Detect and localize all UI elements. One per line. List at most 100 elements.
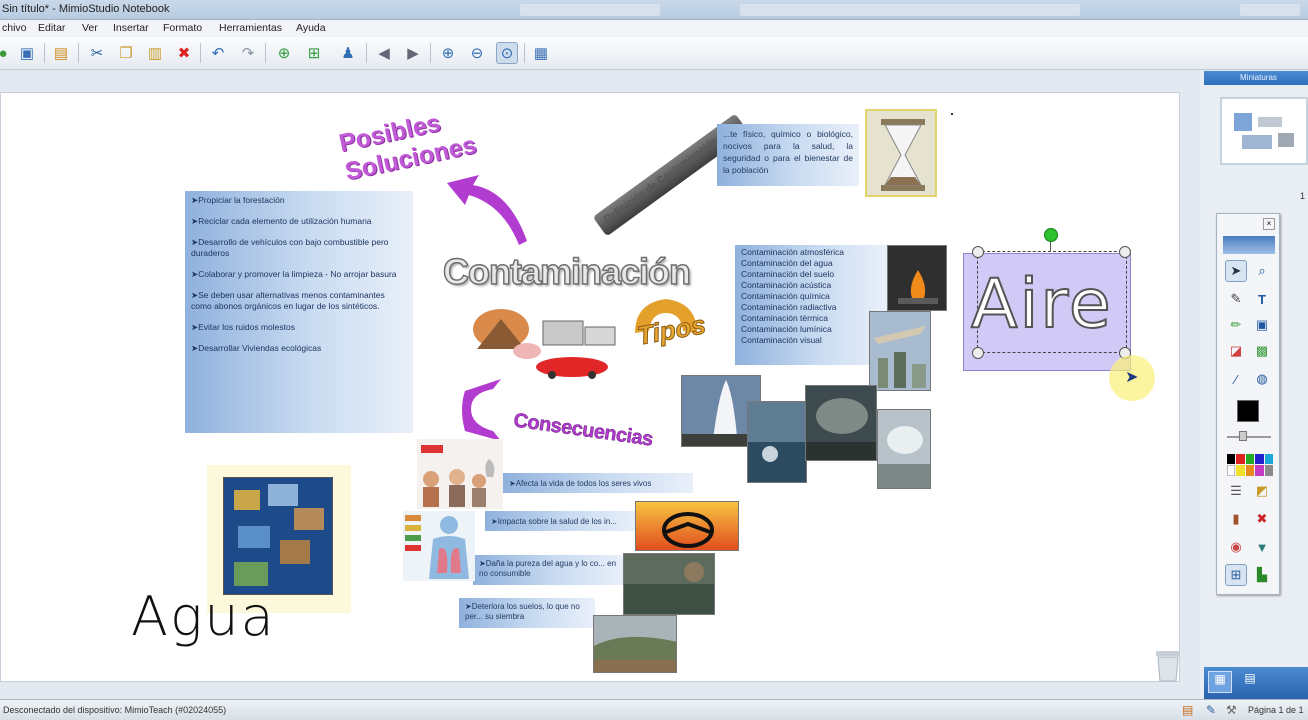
solucion-item: ➤Reciclar cada elemento de utilización h… <box>191 216 372 226</box>
trash-icon[interactable] <box>1153 649 1183 683</box>
toolbar-separator <box>200 43 201 63</box>
tipo-item: Contaminación atmosférica <box>741 247 844 257</box>
delete-icon[interactable]: ✖ <box>173 42 195 64</box>
zoom-out-icon[interactable]: ⊖ <box>466 42 488 64</box>
solucion-item: ➤Se deben usar alternativas menos contam… <box>191 290 385 311</box>
radioactive-sunset-image[interactable] <box>635 501 739 551</box>
undo-icon[interactable]: ↶ <box>207 42 229 64</box>
record-tool-icon[interactable]: ◉ <box>1225 536 1247 558</box>
eroded-soil-photo[interactable] <box>593 615 677 673</box>
tipo-item: Contaminación del agua <box>741 258 833 268</box>
gallery-tool-icon[interactable]: ⊞ <box>1225 564 1247 586</box>
color-swatch-main[interactable] <box>1237 400 1259 422</box>
people-clipart[interactable] <box>417 439 503 509</box>
industry-photo[interactable] <box>869 311 931 391</box>
color-orange[interactable] <box>1245 464 1255 476</box>
menu-archivo[interactable]: chivo <box>2 22 27 34</box>
page-thumbnail[interactable] <box>1220 97 1308 165</box>
copy-icon[interactable]: ❐ <box>115 42 137 64</box>
new-icon[interactable]: ● <box>0 42 14 64</box>
line-style-icon[interactable]: ☰ <box>1225 480 1247 502</box>
device-icon[interactable]: ▤ <box>1182 703 1193 717</box>
hourglass-image[interactable] <box>865 109 937 197</box>
screen-tool-icon[interactable]: ▼ <box>1251 536 1273 558</box>
contaminacion-title[interactable]: Contaminación <box>442 250 692 293</box>
fire-photo[interactable] <box>887 245 947 311</box>
color-magenta[interactable] <box>1255 464 1264 476</box>
menu-ver[interactable]: Ver <box>82 22 98 34</box>
notebook-canvas[interactable]: Posibles Soluciones ➤Propiciar la forest… <box>0 92 1180 682</box>
color-red[interactable] <box>1236 454 1245 464</box>
color-green[interactable] <box>1245 454 1255 464</box>
fill-style-icon[interactable]: ◩ <box>1251 480 1273 502</box>
menu-insertar[interactable]: Insertar <box>113 22 149 34</box>
reveal-tool-icon[interactable]: ▮ <box>1225 508 1247 530</box>
aire-handwriting[interactable]: Aire <box>970 264 1113 345</box>
paste-icon[interactable]: ▥ <box>144 42 166 64</box>
consecuencias-heading[interactable]: Consecuencias <box>512 409 654 451</box>
view-icon[interactable]: ▦ <box>530 42 552 64</box>
next-page-icon[interactable]: ▶ <box>402 42 424 64</box>
water-pollution-photo[interactable] <box>747 401 807 483</box>
text-tool-icon[interactable]: T <box>1251 288 1273 310</box>
color-gray[interactable] <box>1264 464 1273 476</box>
color-black[interactable] <box>1227 454 1236 464</box>
zoom-tool-icon[interactable]: ⌕ <box>1251 260 1273 282</box>
polluted-water-photo[interactable] <box>623 553 715 615</box>
menu-editar[interactable]: Editar <box>38 22 65 34</box>
app-tool-icon[interactable]: ▙ <box>1251 564 1273 586</box>
tipos-box[interactable]: Contaminación atmosférica Contaminación … <box>735 245 887 365</box>
menu-formato[interactable]: Formato <box>163 22 202 34</box>
toolbar-separator <box>366 43 367 63</box>
thickness-slider[interactable] <box>1227 436 1271 438</box>
color-white[interactable] <box>1227 464 1236 476</box>
add-page-icon[interactable]: ⊕ <box>273 42 295 64</box>
crowd-photo[interactable] <box>877 409 931 489</box>
tool-status-icon[interactable]: ⚒ <box>1226 703 1237 717</box>
palette-close-icon[interactable]: × <box>1263 218 1275 230</box>
consecuencia-box[interactable]: ➤Deteriora los suelos, lo que no per... … <box>459 598 595 628</box>
insert-page-icon[interactable]: ⊞ <box>303 42 325 64</box>
color-cyan[interactable] <box>1264 454 1273 464</box>
pen-status-icon[interactable]: ✎ <box>1206 703 1216 717</box>
save-icon[interactable]: ▣ <box>16 42 38 64</box>
gallery-tab-icon[interactable]: ▤ <box>1238 671 1262 693</box>
arrow-soluciones-shape[interactable] <box>439 171 539 251</box>
pen-tool-icon[interactable]: ✎ <box>1225 288 1247 310</box>
resize-handle[interactable] <box>1119 246 1131 258</box>
consecuencia-box[interactable]: ➤Daña la pureza del agua y lo co... en n… <box>473 555 625 585</box>
rotate-handle[interactable] <box>1044 228 1058 242</box>
image-tool-icon[interactable]: ▩ <box>1251 340 1273 362</box>
fill-tool-icon[interactable]: ◍ <box>1251 368 1273 390</box>
agua-handwriting[interactable]: Agua <box>131 585 276 648</box>
soluciones-box[interactable]: ➤Propiciar la forestación ➤Reciclar cada… <box>185 191 413 433</box>
lungs-clipart[interactable] <box>403 511 475 581</box>
thumbnails-tab-icon[interactable]: ▦ <box>1208 671 1232 693</box>
definicion-box[interactable]: ...te físico, químico o biológico, nociv… <box>717 124 859 186</box>
shape-tool-icon[interactable]: ▣ <box>1251 314 1273 336</box>
tipo-item: Contaminación visual <box>741 335 822 345</box>
consecuencia-box[interactable]: ➤Impacta sobre la salud de los in... <box>485 511 639 531</box>
consecuencia-box[interactable]: ➤Afecta la vida de todos los seres vivos <box>503 473 693 493</box>
resize-handle[interactable] <box>972 347 984 359</box>
dropper-tool-icon[interactable]: ⁄ <box>1225 368 1247 390</box>
eraser-tool-icon[interactable]: ◪ <box>1225 340 1247 362</box>
print-icon[interactable]: ▤ <box>50 42 72 64</box>
highlighter-tool-icon[interactable]: ✏ <box>1225 314 1247 336</box>
previous-page-icon[interactable]: ◀ <box>373 42 395 64</box>
title-bar-ghost <box>520 4 660 16</box>
resize-handle[interactable] <box>972 246 984 258</box>
redo-icon[interactable]: ↷ <box>237 42 259 64</box>
zoom-in-icon[interactable]: ⊕ <box>437 42 459 64</box>
smoke-photo[interactable] <box>805 385 877 461</box>
cut-icon[interactable]: ✂ <box>86 42 108 64</box>
menu-herramientas[interactable]: Herramientas <box>219 22 282 34</box>
select-tool-icon[interactable]: ➤ <box>1225 260 1247 282</box>
zoom-fit-icon[interactable]: ⊙ <box>496 42 518 64</box>
color-blue[interactable] <box>1255 454 1264 464</box>
menu-ayuda[interactable]: Ayuda <box>296 22 326 34</box>
people-icon[interactable]: ♟ <box>337 42 359 64</box>
spotlight-tool-icon[interactable]: ✖ <box>1251 508 1273 530</box>
thickness-thumb[interactable] <box>1239 431 1247 441</box>
color-yellow[interactable] <box>1236 464 1245 476</box>
